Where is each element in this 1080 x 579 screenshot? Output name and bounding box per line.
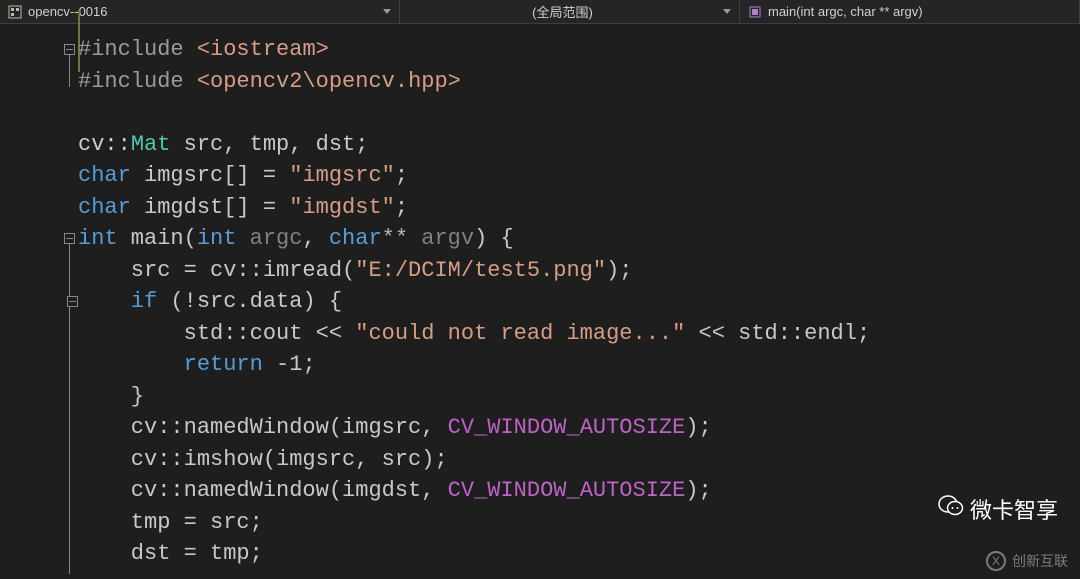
code-line[interactable]: #include <iostream>	[78, 34, 1080, 66]
code-line[interactable]: int main(int argc, char** argv) {	[78, 223, 1080, 255]
fold-toggle-icon[interactable]	[64, 233, 75, 244]
function-dropdown[interactable]: main(int argc, char ** argv)	[740, 0, 1080, 23]
code-line[interactable]: #include <opencv2\opencv.hpp>	[78, 66, 1080, 98]
chevron-down-icon	[383, 9, 391, 14]
code-line[interactable]: if (!src.data) {	[78, 286, 1080, 318]
breakpoint-margin[interactable]	[0, 24, 18, 579]
code-line[interactable]: cv::namedWindow(imgsrc, CV_WINDOW_AUTOSI…	[78, 412, 1080, 444]
project-name: opencv--0016	[28, 4, 377, 19]
fold-toggle-icon[interactable]	[64, 44, 75, 55]
code-line[interactable]: char imgsrc[] = "imgsrc";	[78, 160, 1080, 192]
fold-line	[69, 55, 70, 87]
watermark-weka: 微卡智享	[938, 493, 1058, 525]
scope-dropdown[interactable]: (全局范围)	[400, 0, 740, 23]
code-line[interactable]: cv::imshow(imgsrc, src);	[78, 444, 1080, 476]
navigation-bar: opencv--0016 (全局范围) main(int argc, char …	[0, 0, 1080, 24]
code-line[interactable]: std::cout << "could not read image..." <…	[78, 318, 1080, 350]
code-line[interactable]: return -1;	[78, 349, 1080, 381]
folding-margin[interactable]	[18, 24, 78, 579]
code-line[interactable]: cv::Mat src, tmp, dst;	[78, 129, 1080, 161]
function-icon	[748, 5, 762, 19]
code-line[interactable]	[78, 97, 1080, 129]
chat-icon	[938, 495, 964, 523]
fold-line	[69, 244, 70, 574]
watermark-text: 微卡智享	[970, 493, 1058, 525]
code-line[interactable]: char imgdst[] = "imgdst";	[78, 192, 1080, 224]
code-editor[interactable]: #include <iostream> #include <opencv2\op…	[0, 24, 1080, 579]
scope-label: (全局范围)	[408, 2, 717, 21]
code-line[interactable]: src = cv::imread("E:/DCIM/test5.png");	[78, 255, 1080, 287]
fold-toggle-icon[interactable]	[67, 296, 78, 307]
watermark-text: 创新互联	[1012, 551, 1068, 571]
code-content[interactable]: #include <iostream> #include <opencv2\op…	[78, 24, 1080, 579]
project-icon	[8, 5, 22, 19]
project-dropdown[interactable]: opencv--0016	[0, 0, 400, 23]
chevron-down-icon	[723, 9, 731, 14]
function-signature: main(int argc, char ** argv)	[768, 4, 1071, 19]
code-line[interactable]: dst = tmp;	[78, 538, 1080, 570]
watermark-cx: 创新互联	[986, 551, 1068, 571]
code-line[interactable]: cv::namedWindow(imgdst, CV_WINDOW_AUTOSI…	[78, 475, 1080, 507]
code-line[interactable]: }	[78, 381, 1080, 413]
code-line[interactable]: tmp = src;	[78, 507, 1080, 539]
logo-icon	[986, 551, 1006, 571]
